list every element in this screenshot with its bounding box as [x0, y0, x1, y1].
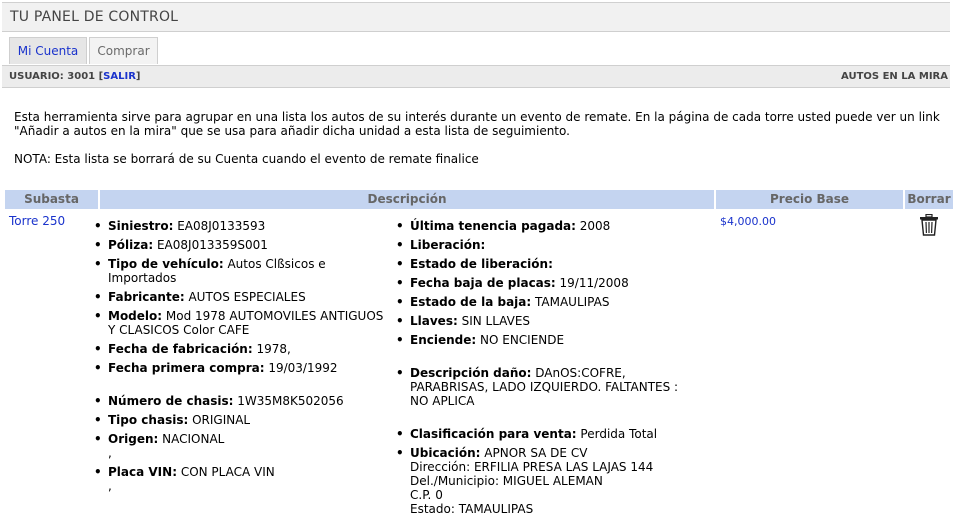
- spec-item: Siniestro: EA08J0133593: [94, 219, 394, 233]
- spec-value: 1W35M8K502056: [233, 394, 344, 408]
- precio-base: $4,000.00: [720, 215, 776, 228]
- spec-label: Ubicación:: [410, 446, 481, 460]
- tab-mi-cuenta[interactable]: Mi Cuenta: [9, 37, 87, 64]
- header-precio: Precio Base: [716, 190, 903, 209]
- spec-item: Fecha primera compra: 19/03/1992: [94, 361, 394, 375]
- spec-label: Clasificación para venta:: [410, 427, 577, 441]
- spec-label: Fecha primera compra:: [108, 361, 265, 375]
- spec-label: Liberación:: [410, 238, 486, 252]
- spec-label: Descripción daño:: [410, 366, 532, 380]
- spec-value: CON PLACA VIN: [177, 465, 275, 479]
- spec-label: Estado de la baja:: [410, 295, 532, 309]
- spec-value: 2008: [575, 219, 611, 233]
- spec-item: Número de chasis: 1W35M8K502056: [94, 394, 394, 408]
- spec-value: NO ENCIENDE: [476, 333, 565, 347]
- torre-link[interactable]: Torre 250: [9, 214, 65, 228]
- panel-title-bar: TU PANEL DE CONTROL: [2, 2, 950, 32]
- user-label: USUARIO: 3001 [: [9, 71, 104, 82]
- spec-item: Tipo de vehículo: Autos Clßsicos e Impor…: [94, 257, 394, 285]
- intro-note: NOTA: Esta lista se borrará de su Cuenta…: [14, 152, 479, 166]
- spec-item: Fabricante: AUTOS ESPECIALES: [94, 290, 394, 304]
- spec-trailing: ,: [108, 446, 112, 460]
- intro-text: Esta herramienta sirve para agrupar en u…: [14, 110, 944, 180]
- spec-label: Fecha de fabricación:: [108, 342, 253, 356]
- vehicle-specs-right: Última tenencia pagada: 2008 Liberación: E…: [396, 219, 696, 521]
- page-title: TU PANEL DE CONTROL: [10, 9, 179, 25]
- spec-label: Póliza:: [108, 238, 154, 252]
- spec-item: Descripción daño: DAnOS:COFRE, PARABRISA…: [396, 366, 696, 408]
- spec-label: Fecha baja de placas:: [410, 276, 556, 290]
- header-subasta: Subasta: [5, 190, 98, 209]
- spec-item: Póliza: EA08J013359S001: [94, 238, 394, 252]
- spec-value: EA08J013359S001: [153, 238, 268, 252]
- logout-link[interactable]: SALIR: [103, 71, 136, 82]
- spec-item: Enciende: NO ENCIENDE: [396, 333, 696, 347]
- header-borrar: Borrar: [905, 190, 953, 209]
- user-label-close: ]: [135, 71, 141, 82]
- spec-item: Ubicación: APNOR SA DE CVDirección: ERFI…: [396, 446, 696, 516]
- spec-value: NACIONAL: [158, 432, 225, 446]
- spec-label: Placa VIN:: [108, 465, 177, 479]
- spec-label: Tipo chasis:: [108, 413, 189, 427]
- spec-extra-line: Dirección: ERFILIA PRESA LAS LAJAS 144: [410, 460, 654, 474]
- vehicle-specs-left: Siniestro: EA08J0133593 Póliza: EA08J0133…: [94, 219, 394, 498]
- spec-value: ORIGINAL: [188, 413, 251, 427]
- spec-value: 1978,: [252, 342, 291, 356]
- spec-value: APNOR SA DE CV: [480, 446, 588, 460]
- spec-value: AUTOS ESPECIALES: [184, 290, 306, 304]
- spec-label: Enciende:: [410, 333, 477, 347]
- spec-label: Tipo de vehículo:: [108, 257, 224, 271]
- spec-item: Fecha de fabricación: 1978,: [94, 342, 394, 356]
- spec-label: Número de chasis:: [108, 394, 234, 408]
- user-info: USUARIO: 3001 [SALIR]: [9, 71, 140, 82]
- spec-value: 19/11/2008: [555, 276, 629, 290]
- spec-extra-line: C.P. 0: [410, 488, 443, 502]
- spec-extra-line: Estado: TAMAULIPAS: [410, 502, 534, 516]
- spec-item: Estado de la baja: TAMAULIPAS: [396, 295, 696, 309]
- intro-paragraph: Esta herramienta sirve para agrupar en u…: [14, 110, 940, 138]
- spec-item: Llaves: SIN LLAVES: [396, 314, 696, 328]
- spec-item: Clasificación para venta: Perdida Total: [396, 427, 696, 441]
- section-label: AUTOS EN LA MIRA: [841, 71, 948, 82]
- user-bar: USUARIO: 3001 [SALIR] AUTOS EN LA MIRA: [2, 65, 950, 88]
- spec-item: Fecha baja de placas: 19/11/2008: [396, 276, 696, 290]
- spec-item: Tipo chasis: ORIGINAL: [94, 413, 394, 427]
- spec-item: Estado de liberación:: [396, 257, 696, 271]
- spec-value: Perdida Total: [576, 427, 658, 441]
- spec-label: Estado de liberación:: [410, 257, 553, 271]
- spec-value: EA08J0133593: [173, 219, 266, 233]
- spec-item: Liberación:: [396, 238, 696, 252]
- spec-label: Modelo:: [108, 309, 163, 323]
- spec-trailing: ,: [108, 479, 112, 493]
- spec-value: SIN LLAVES: [457, 314, 531, 328]
- spec-label: Siniestro:: [108, 219, 174, 233]
- spec-label: Fabricante:: [108, 290, 185, 304]
- spec-item: Placa VIN: CON PLACA VIN,: [94, 465, 394, 493]
- spec-item: Modelo: Mod 1978 AUTOMOVILES ANTIGUOS Y …: [94, 309, 394, 337]
- spec-item: Origen: NACIONAL,: [94, 432, 394, 460]
- spec-label: Origen:: [108, 432, 159, 446]
- spec-value: 19/03/1992: [264, 361, 338, 375]
- spec-extra-line: Del./Municipio: MIGUEL ALEMAN: [410, 474, 603, 488]
- spec-item: Última tenencia pagada: 2008: [396, 219, 696, 233]
- spec-label: Última tenencia pagada:: [410, 219, 576, 233]
- spec-value: TAMAULIPAS: [531, 295, 610, 309]
- header-descripcion: Descripción: [100, 190, 714, 209]
- spec-label: Llaves:: [410, 314, 458, 328]
- tab-comprar[interactable]: Comprar: [89, 37, 158, 64]
- trash-icon[interactable]: [919, 213, 939, 236]
